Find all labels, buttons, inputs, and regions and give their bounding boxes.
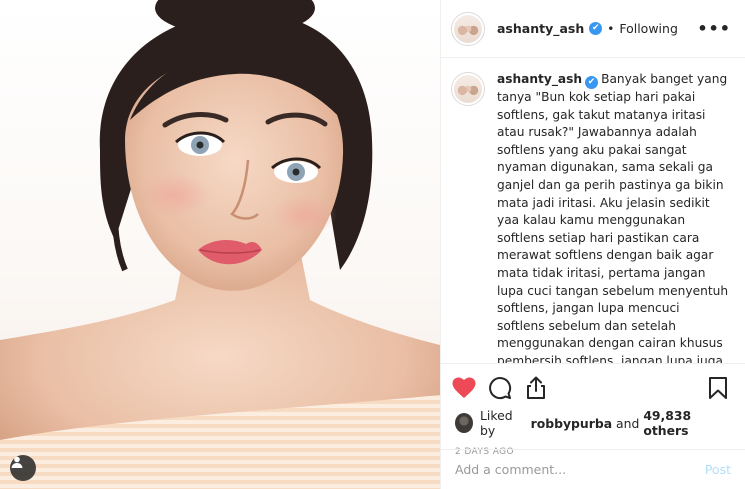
likes-summary: Liked by robbypurba and 49,838 others <box>441 404 745 438</box>
bookmark-icon <box>709 377 727 399</box>
caption-text: ashanty_ash ✔ Banyak banget yang tanya "Bu… <box>497 71 731 363</box>
save-button[interactable] <box>705 375 731 401</box>
caption-avatar[interactable] <box>451 72 485 106</box>
portrait-image <box>0 0 440 489</box>
action-bar <box>441 364 745 404</box>
post-header: ashanty_ash ✔ • Following ••• <box>441 0 745 58</box>
author-avatar[interactable] <box>451 11 485 46</box>
post-comment-button[interactable]: Post <box>705 462 731 477</box>
caption-verified-icon: ✔ <box>585 76 599 89</box>
comment-button[interactable] <box>487 375 513 401</box>
caption-body: Banyak banget yang tanya "Bun kok setiap… <box>497 72 729 364</box>
likes-and: and <box>616 415 640 431</box>
heart-icon <box>452 377 476 398</box>
separator-dot: • <box>607 21 615 36</box>
liked-by-label: Liked by <box>480 408 513 438</box>
share-icon <box>527 376 545 399</box>
caption-username[interactable]: ashanty_ash <box>497 72 582 86</box>
post-side-panel: ashanty_ash ✔ • Following ••• ashanty_as… <box>440 0 745 489</box>
following-button[interactable]: Following <box>619 21 678 36</box>
verified-badge-icon: ✔ <box>589 22 603 35</box>
post-photo[interactable] <box>0 0 440 489</box>
more-options-icon[interactable]: ••• <box>697 19 731 38</box>
comment-bar: Add a comment... Post <box>441 449 745 489</box>
likes-count[interactable]: 49,838 others <box>643 408 731 438</box>
comment-icon <box>489 377 512 400</box>
caption-section: ashanty_ash ✔ Banyak banget yang tanya "Bu… <box>441 58 745 364</box>
liker-username[interactable]: robbypurba <box>531 416 612 431</box>
user-tag-button[interactable] <box>10 455 36 481</box>
liker-avatar[interactable] <box>455 413 474 433</box>
comment-input[interactable]: Add a comment... <box>455 462 566 477</box>
author-username[interactable]: ashanty_ash <box>497 21 584 36</box>
like-button[interactable] <box>451 375 477 401</box>
share-button[interactable] <box>523 375 549 401</box>
user-tag-icon <box>11 456 23 468</box>
